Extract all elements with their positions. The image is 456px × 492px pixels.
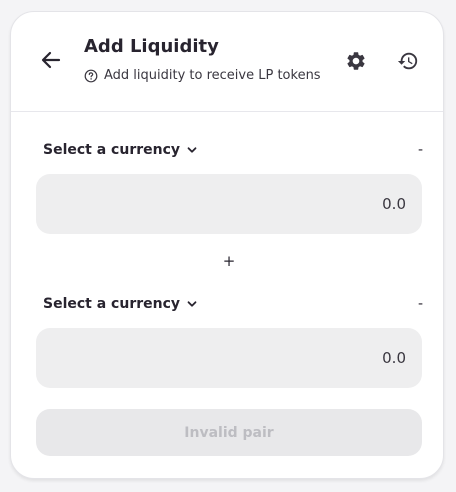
- invalid-pair-button[interactable]: Invalid pair: [36, 409, 422, 456]
- chevron-down-icon: [186, 144, 198, 156]
- currency-a-amount-input[interactable]: [36, 174, 422, 234]
- currency-a-amount-box: [36, 174, 422, 234]
- history-icon: [397, 50, 419, 76]
- currency-b-amount-input[interactable]: [36, 328, 422, 388]
- history-button[interactable]: [396, 51, 420, 75]
- question-circle-icon[interactable]: [84, 69, 98, 83]
- currency-b-balance: -: [417, 296, 423, 312]
- page-title: Add Liquidity: [84, 36, 219, 57]
- currency-b-amount-box: [36, 328, 422, 388]
- currency-b-select[interactable]: Select a currency: [43, 296, 198, 312]
- plus-sign: +: [222, 252, 236, 270]
- subtitle-text: Add liquidity to receive LP tokens: [104, 68, 321, 83]
- add-liquidity-card: Add Liquidity Add liquidity to receive L…: [10, 11, 444, 479]
- card-header: Add Liquidity Add liquidity to receive L…: [11, 12, 443, 112]
- currency-a-select[interactable]: Select a currency: [43, 142, 198, 158]
- settings-button[interactable]: [344, 51, 368, 75]
- page-subtitle: Add liquidity to receive LP tokens: [84, 68, 321, 83]
- gear-icon: [345, 50, 367, 76]
- back-button[interactable]: [37, 48, 65, 76]
- currency-b-select-label: Select a currency: [43, 296, 181, 312]
- arrow-left-icon: [39, 48, 63, 76]
- currency-a-balance: -: [417, 142, 423, 158]
- currency-a-row: Select a currency -: [43, 142, 423, 164]
- currency-b-row: Select a currency -: [43, 296, 423, 318]
- chevron-down-icon: [186, 298, 198, 310]
- currency-a-select-label: Select a currency: [43, 142, 181, 158]
